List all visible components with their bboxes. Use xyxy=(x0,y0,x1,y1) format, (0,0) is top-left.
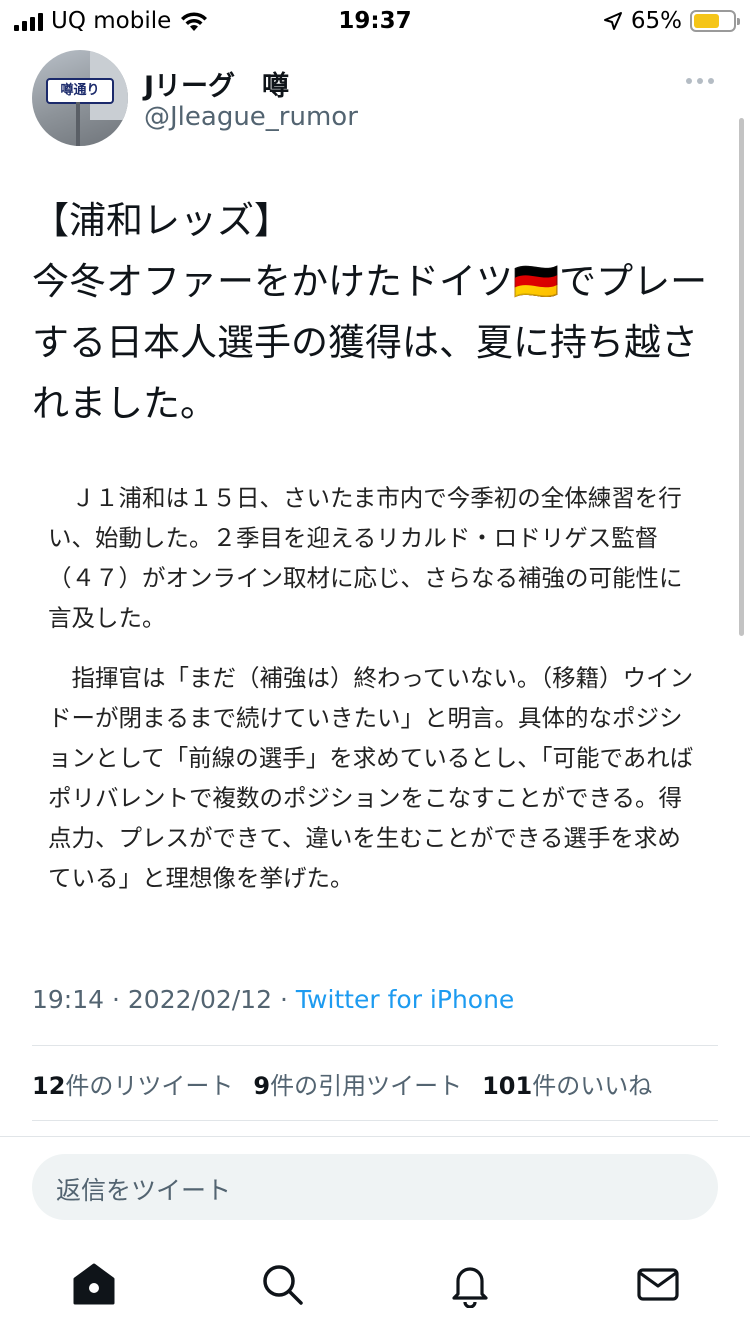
status-bar-right: 65% xyxy=(603,8,740,34)
article-paragraph: 指揮官は「まだ（補強は）終わっていない。（移籍）ウインドーが閉まるまで続けていき… xyxy=(48,664,694,892)
article-paragraph: Ｊ１浦和は１５日、さいたま市内で今季初の全体練習を行い、始動した。２季目を迎える… xyxy=(48,484,683,632)
reply-input[interactable]: 返信をツイート xyxy=(32,1154,718,1220)
battery-level-fill xyxy=(694,14,719,28)
messages-icon[interactable] xyxy=(634,1260,682,1308)
ellipsis-icon[interactable] xyxy=(686,78,714,84)
likes-count: 101 xyxy=(482,1072,533,1100)
tweet-text: 【浦和レッズ】 今冬オファーをかけたドイツ🇩🇪でプレーする日本人選手の獲得は、夏… xyxy=(32,199,708,425)
home-icon[interactable] xyxy=(70,1260,118,1308)
tweet-source-link[interactable]: Twitter for iPhone xyxy=(296,985,514,1014)
avatar-street-sign: 噂通り xyxy=(46,78,114,104)
reply-placeholder: 返信をツイート xyxy=(56,1176,232,1205)
display-name[interactable]: Jリーグ 噂 xyxy=(144,64,289,103)
tweet-date: 2022/02/12 xyxy=(127,985,272,1014)
status-bar: UQ mobile 19:37 65% xyxy=(0,0,750,42)
search-icon[interactable] xyxy=(258,1260,306,1308)
likes-label: 件のいいね xyxy=(532,1072,653,1100)
avatar[interactable]: 噂通り xyxy=(32,50,128,146)
meta-separator: · xyxy=(279,985,288,1014)
quotes-stat[interactable]: 9件の引用ツイート xyxy=(253,1066,462,1101)
meta-separator: · xyxy=(112,985,120,1014)
tweet-article-image[interactable]: Ｊ１浦和は１５日、さいたま市内で今季初の全体練習を行い、始動した。２季目を迎える… xyxy=(48,478,698,918)
scroll-indicator xyxy=(739,118,744,636)
divider xyxy=(32,1045,718,1046)
tweet-meta: 19:14 · 2022/02/12 · Twitter for iPhone xyxy=(32,985,514,1014)
quotes-count: 9 xyxy=(253,1072,271,1100)
location-arrow-icon xyxy=(603,12,622,30)
tweet-stats: 12件のリツイート 9件の引用ツイート 101件のいいね xyxy=(32,1066,652,1101)
divider xyxy=(32,1120,718,1121)
divider xyxy=(0,1136,750,1137)
battery-icon xyxy=(690,10,740,32)
retweets-stat[interactable]: 12件のリツイート xyxy=(32,1066,233,1101)
notifications-icon[interactable] xyxy=(446,1260,494,1308)
retweets-label: 件のリツイート xyxy=(65,1072,234,1100)
tweet-time: 19:14 xyxy=(32,985,105,1014)
retweets-count: 12 xyxy=(32,1072,66,1100)
quotes-label: 件の引用ツイート xyxy=(270,1072,463,1100)
user-handle[interactable]: @Jleague_rumor xyxy=(144,102,358,132)
likes-stat[interactable]: 101件のいいね xyxy=(482,1066,652,1101)
tweet-header: 噂通り Jリーグ 噂 @Jleague_rumor xyxy=(32,50,722,150)
bottom-tab-bar xyxy=(0,1250,750,1320)
battery-percent: 65% xyxy=(630,8,682,34)
